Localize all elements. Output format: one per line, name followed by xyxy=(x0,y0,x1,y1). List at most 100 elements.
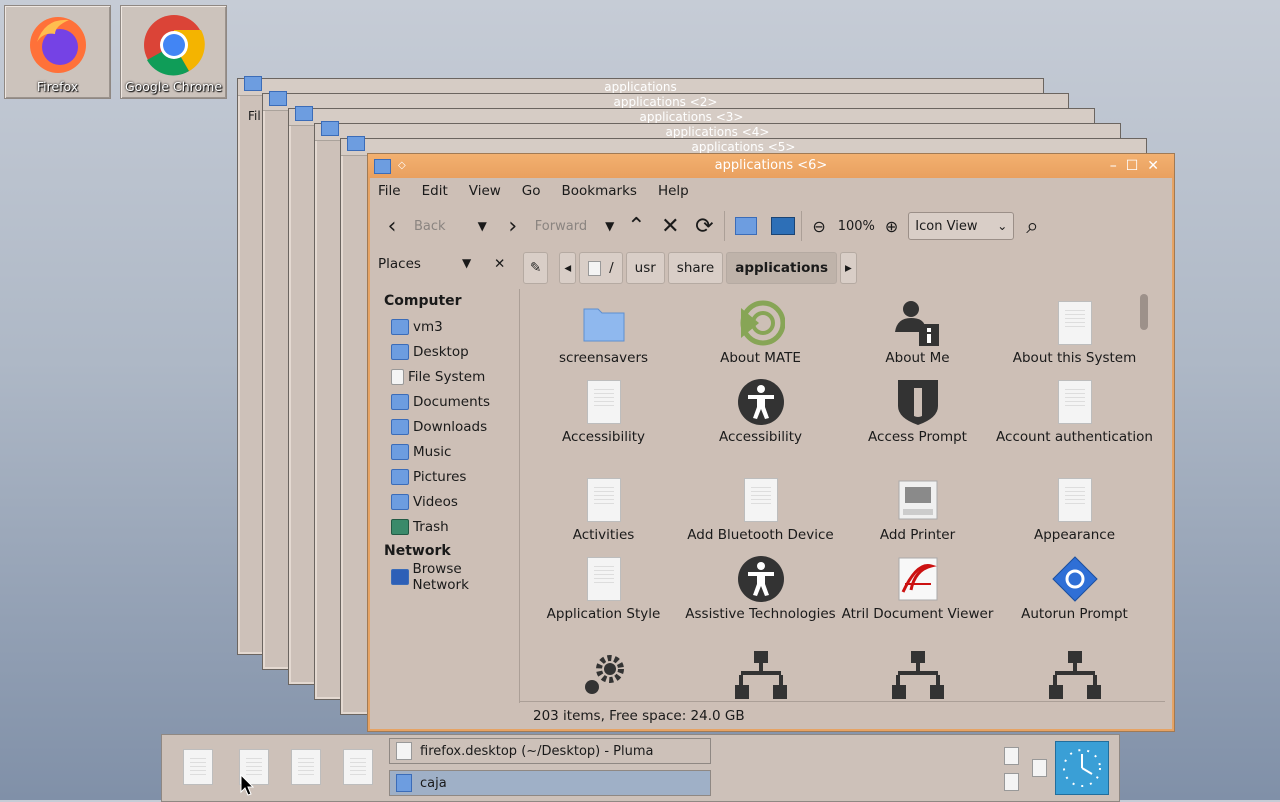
sidebar-item-trash[interactable]: Trash xyxy=(371,514,519,539)
printer-icon xyxy=(839,474,996,526)
back-history-dropdown-icon[interactable]: ▼ xyxy=(478,219,487,233)
close-icon[interactable]: ✕ xyxy=(1147,158,1168,174)
breadcrumb-applications[interactable]: applications xyxy=(726,252,838,284)
back-button[interactable]: ‹ Back xyxy=(378,214,446,239)
file-item[interactable] xyxy=(682,649,839,701)
sidebar-item-music[interactable]: Music xyxy=(371,439,519,464)
taskbar-item-caja[interactable]: caja xyxy=(389,770,711,796)
file-item[interactable]: About this System xyxy=(996,297,1152,368)
sidebar-item-downloads[interactable]: Downloads xyxy=(371,414,519,439)
file-item[interactable]: Accessibility xyxy=(682,376,839,447)
workspace-4[interactable] xyxy=(343,749,373,785)
folder-icon xyxy=(295,106,313,121)
workspace-1[interactable] xyxy=(183,749,213,785)
zoom-in-icon[interactable]: ⊕ xyxy=(885,217,898,236)
file-manager-window: ◇ applications <6> –☐✕ File Edit View Go… xyxy=(367,153,1175,732)
document-icon xyxy=(525,376,682,428)
location-bar: Places ▼ ✕ ✎ ◂ / usr share applications … xyxy=(368,248,1174,286)
tray-document-icon[interactable] xyxy=(1004,773,1019,791)
chrome-icon xyxy=(143,15,205,76)
file-item[interactable]: Autorun Prompt xyxy=(996,553,1152,624)
file-item[interactable] xyxy=(839,649,996,701)
file-item[interactable]: Application Style xyxy=(525,553,682,624)
menu-bookmarks[interactable]: Bookmarks xyxy=(562,183,637,199)
scrollbar-thumb[interactable] xyxy=(1140,294,1148,330)
file-item[interactable]: Add Printer xyxy=(839,474,996,545)
menu-file[interactable]: File xyxy=(378,183,401,199)
firefox-icon xyxy=(29,17,86,73)
sidebar-item-label: Trash xyxy=(413,518,449,535)
file-item[interactable]: Activities xyxy=(525,474,682,545)
clock-icon[interactable] xyxy=(1055,741,1109,795)
desktop-icon-firefox[interactable]: Firefox xyxy=(4,5,111,99)
window-menu-icon[interactable]: ◇ xyxy=(398,154,406,178)
close-sidebar-icon[interactable]: ✕ xyxy=(494,256,505,272)
search-icon[interactable]: ⌕ xyxy=(1026,214,1038,239)
document-icon xyxy=(996,474,1152,526)
zoom-out-icon[interactable]: ⊖ xyxy=(812,217,825,236)
file-item-label: Accessibility xyxy=(718,429,803,445)
file-item[interactable]: About MATE xyxy=(682,297,839,368)
breadcrumb-scroll-left[interactable]: ◂ xyxy=(559,252,577,284)
zoom-level[interactable]: 100% xyxy=(838,219,875,234)
file-item[interactable]: Accessibility xyxy=(525,376,682,447)
sidebar-item-desktop[interactable]: Desktop xyxy=(371,339,519,364)
breadcrumb-root[interactable]: / xyxy=(579,252,623,284)
title-bar[interactable]: ◇ applications <6> –☐✕ xyxy=(368,154,1174,178)
maximize-icon[interactable]: ☐ xyxy=(1126,158,1148,174)
sidebar-item-label: Downloads xyxy=(413,418,488,435)
file-item-label: Account authentication xyxy=(996,429,1152,445)
edit-location-button[interactable]: ✎ xyxy=(523,252,549,284)
forward-history-dropdown-icon[interactable]: ▼ xyxy=(605,219,614,233)
workspace-icon xyxy=(183,749,213,785)
toolbar: ‹ Back ▼ › Forward ▼ ⌃ ✕ ⟳ ⊖ 100% ⊕ Icon… xyxy=(368,204,1174,248)
menu-go[interactable]: Go xyxy=(522,183,541,199)
breadcrumb-share[interactable]: share xyxy=(667,252,724,284)
vertical-scrollbar[interactable] xyxy=(1136,289,1152,701)
home-folder-icon[interactable] xyxy=(735,217,758,235)
sidebar-item-vm3[interactable]: vm3 xyxy=(371,314,519,339)
breadcrumb-scroll-right[interactable]: ▸ xyxy=(840,252,857,284)
computer-icon[interactable] xyxy=(771,217,796,235)
file-item-label: About Me xyxy=(885,350,950,366)
menu-help[interactable]: Help xyxy=(658,183,689,199)
workspace-3[interactable] xyxy=(291,749,321,785)
minimize-icon[interactable]: – xyxy=(1110,158,1126,174)
sidebar-item-browse-network[interactable]: Browse Network xyxy=(371,561,519,593)
view-mode-select[interactable]: Icon View ⌄ xyxy=(908,212,1015,240)
file-item[interactable]: Account authentication xyxy=(996,376,1152,447)
file-item[interactable]: Add Bluetooth Device xyxy=(682,474,839,545)
menu-edit[interactable]: Edit xyxy=(422,183,448,199)
tray-document-icon[interactable] xyxy=(1032,759,1047,777)
folder-icon xyxy=(347,136,365,151)
breadcrumb-usr[interactable]: usr xyxy=(625,252,665,284)
forward-button[interactable]: › Forward xyxy=(499,214,587,239)
file-item[interactable]: Access Prompt xyxy=(839,376,996,447)
desktop-icon-chrome[interactable]: Google Chrome xyxy=(120,5,227,99)
sidebar-item-pictures[interactable]: Pictures xyxy=(371,464,519,489)
taskbar-item-pluma[interactable]: firefox.desktop (~/Desktop) - Pluma xyxy=(389,738,711,764)
sidebar-mode-label: Places xyxy=(378,256,421,272)
file-item[interactable]: Appearance xyxy=(996,474,1152,545)
network-icon xyxy=(682,649,839,701)
sidebar-mode-select[interactable]: Places ▼ ✕ xyxy=(378,256,505,272)
file-item[interactable]: About Me xyxy=(839,297,996,368)
file-item[interactable]: Atril Document Viewer xyxy=(839,553,996,624)
sidebar-item-file-system[interactable]: File System xyxy=(371,364,519,389)
sidebar-item-videos[interactable]: Videos xyxy=(371,489,519,514)
sidebar-header-computer: Computer xyxy=(384,293,462,309)
menu-view[interactable]: View xyxy=(469,183,501,199)
sidebar-item-label: Documents xyxy=(413,393,490,410)
reload-icon[interactable]: ⟳ xyxy=(690,214,718,239)
file-item[interactable]: Assistive Technologies xyxy=(682,553,839,624)
tray-document-icon[interactable] xyxy=(1004,747,1019,765)
up-icon[interactable]: ⌃ xyxy=(622,214,650,239)
file-item[interactable] xyxy=(525,649,682,701)
file-item[interactable] xyxy=(996,649,1152,701)
sidebar-item-documents[interactable]: Documents xyxy=(371,389,519,414)
folder-icon xyxy=(374,159,391,174)
window-title: applications <3> xyxy=(639,110,744,124)
file-item[interactable]: screensavers xyxy=(525,297,682,368)
file-item-label: Appearance xyxy=(1033,527,1116,543)
stop-icon[interactable]: ✕ xyxy=(656,214,684,239)
